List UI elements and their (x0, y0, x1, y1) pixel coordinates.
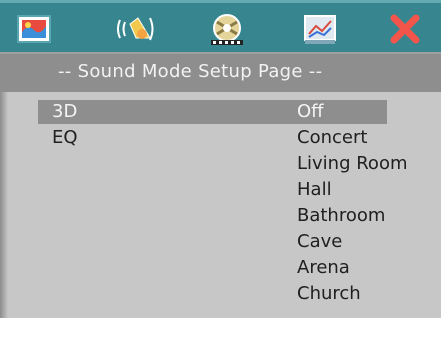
page-title: -- Sound Mode Setup Page -- (58, 61, 323, 82)
setup-menu-panel: -- Sound Mode Setup Page -- 3D EQ Off Co… (0, 0, 441, 318)
general-setup-icon[interactable] (14, 10, 54, 48)
panel-edge (0, 92, 8, 318)
page-title-bar: -- Sound Mode Setup Page -- (0, 52, 441, 92)
option-hall[interactable]: Hall (281, 178, 441, 202)
preference-setup-icon[interactable] (300, 10, 340, 48)
audio-setup-icon[interactable] (116, 10, 156, 48)
setting-label-eq: EQ (52, 127, 78, 148)
setup-toolbar (0, 0, 441, 52)
exit-icon[interactable] (385, 10, 425, 48)
option-bathroom[interactable]: Bathroom (281, 204, 441, 228)
option-living-room[interactable]: Living Room (281, 152, 441, 176)
option-concert[interactable]: Concert (281, 126, 441, 150)
setting-row-eq[interactable]: EQ (52, 126, 78, 150)
option-cave[interactable]: Cave (281, 230, 441, 254)
video-setup-icon[interactable] (207, 10, 247, 48)
option-off[interactable]: Off (281, 100, 387, 124)
option-arena[interactable]: Arena (281, 256, 441, 280)
option-church[interactable]: Church (281, 282, 441, 306)
setting-label-3d: 3D (52, 101, 78, 122)
setting-row-3d[interactable]: 3D (38, 100, 282, 124)
